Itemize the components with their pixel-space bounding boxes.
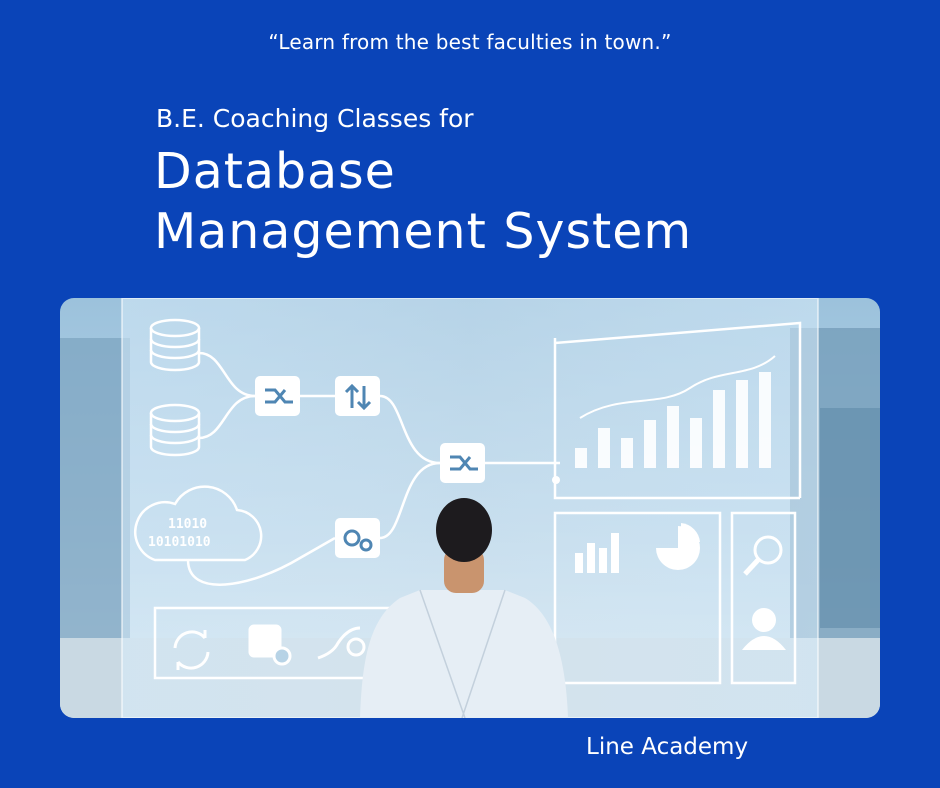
title-line-2: Management System	[154, 203, 693, 260]
brand-name: Line Academy	[586, 734, 749, 760]
cloud-text-1: 11010	[168, 517, 207, 532]
cloud-text-2: 10101010	[148, 535, 211, 550]
page-title: Database Management System	[154, 142, 692, 262]
merge-node-icon	[255, 376, 300, 416]
title-line-1: Database	[154, 143, 396, 200]
hero-image: 11010 10101010	[60, 298, 880, 718]
user-icon	[752, 608, 776, 632]
sort-node-icon	[335, 376, 380, 416]
merge-node-icon	[440, 443, 485, 483]
tagline: “Learn from the best faculties in town.”	[268, 30, 672, 54]
subtitle: B.E. Coaching Classes for	[156, 104, 474, 133]
